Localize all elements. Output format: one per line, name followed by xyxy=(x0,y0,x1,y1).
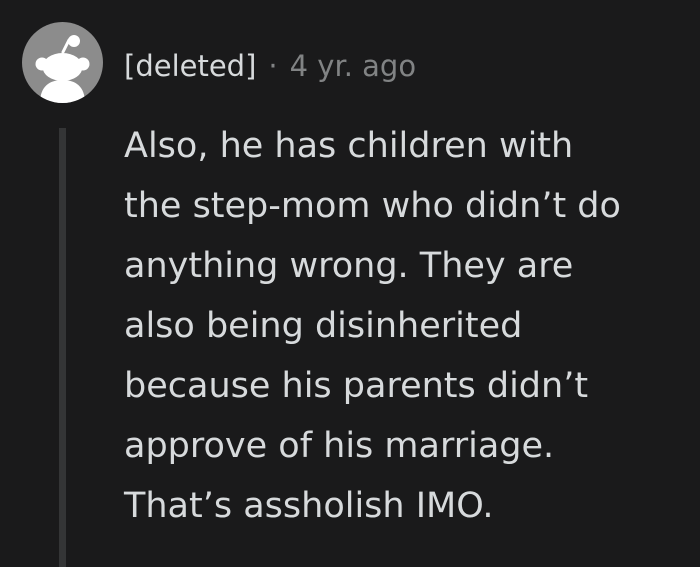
comment-body-line: approve of his marriage. xyxy=(124,426,555,466)
comment-body: Also, he has children with the step-mom … xyxy=(124,116,684,536)
comment-body-line: also being disinherited xyxy=(124,306,523,346)
reddit-snoo-icon xyxy=(35,35,90,103)
comment: [deleted] · 4 yr. ago Also, he has child… xyxy=(0,0,700,567)
comment-body-line: Also, he has children with xyxy=(124,126,574,166)
comment-body-line: That’s assholish IMO. xyxy=(124,486,494,526)
thread-line[interactable] xyxy=(59,128,66,567)
comment-header: [deleted] · 4 yr. ago xyxy=(124,44,416,88)
meta-separator: · xyxy=(268,49,278,83)
timestamp[interactable]: 4 yr. ago xyxy=(290,49,416,83)
comment-body-line: anything wrong. They are xyxy=(124,246,574,286)
comment-body-line: the step-mom who didn’t do xyxy=(124,186,621,226)
author-name[interactable]: [deleted] xyxy=(124,49,256,83)
comment-body-line: because his parents didn’t xyxy=(124,366,589,406)
avatar[interactable] xyxy=(22,22,103,103)
